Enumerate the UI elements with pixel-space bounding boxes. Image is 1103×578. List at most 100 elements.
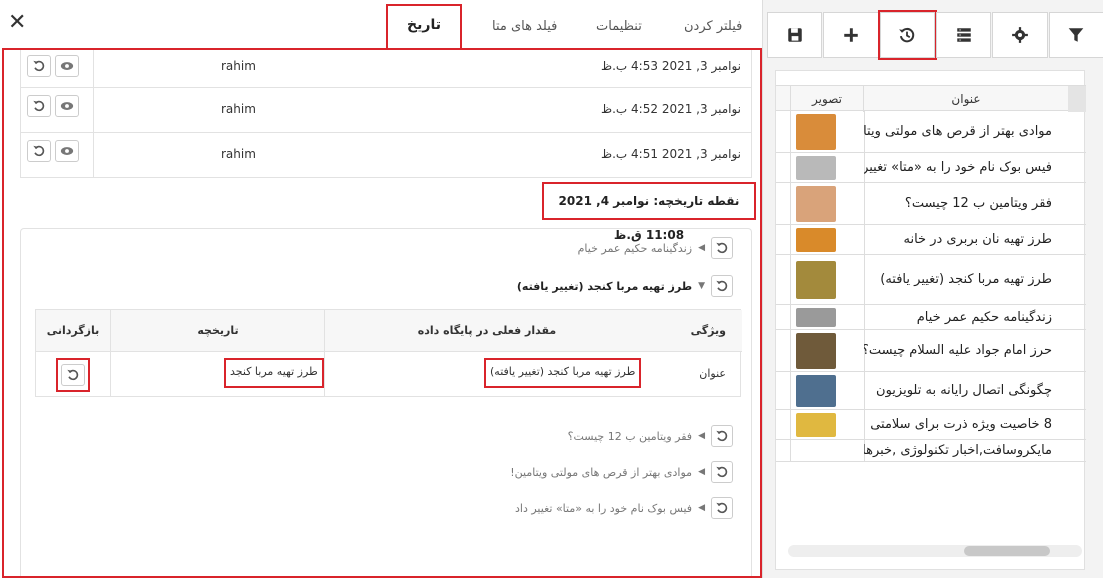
tab-settings[interactable]: تنظیمات [582, 8, 656, 46]
revert-button[interactable] [27, 140, 51, 162]
row-title: فیس بوک نام خود را به «متا» تغییر داد [864, 160, 1052, 175]
thumbnail-image [796, 114, 836, 150]
tree-item-expanded[interactable]: ▼ طرز تهیه مربا کنجد (تغییر یافته) [517, 275, 733, 297]
revert-button[interactable] [711, 461, 733, 483]
revert-button[interactable] [711, 275, 733, 297]
cell-history: طرز تهیه مربا کنجد [224, 358, 324, 388]
thumbnail-image [796, 413, 836, 437]
eye-icon [60, 62, 74, 70]
header-history: تاریخچه [112, 310, 324, 352]
history-date: نوامبر 3, 2021 4:52 ب.ظ [601, 102, 741, 116]
caret-down-icon[interactable]: ▼ [698, 281, 705, 291]
tree-item-label: طرز تهیه مربا کنجد (تغییر یافته) [516, 279, 693, 293]
header-image[interactable]: تصویر [790, 86, 864, 112]
tab-meta-fields[interactable]: فیلد های متا [478, 8, 571, 46]
checkpoint-label: نقطه تاریخچه: نوامبر 4, 2021 11:08 ق.ظ [542, 182, 756, 242]
history-row: rahim نوامبر 3, 2021 4:51 ب.ظ [20, 133, 752, 178]
tree-item[interactable]: ◀ فیس بوک نام خود را به «متا» تغییر داد [515, 497, 733, 519]
posts-grid: تصویر عنوان موادی بهتر از قرص های مولتی … [775, 70, 1086, 570]
columns-button[interactable] [935, 12, 992, 58]
add-button[interactable] [823, 12, 879, 58]
thumbnail-image [796, 333, 836, 369]
revert-field-button[interactable] [61, 364, 85, 386]
thumbnail-image [796, 308, 836, 327]
undo-icon [33, 60, 45, 72]
undo-icon [33, 100, 45, 112]
header-revert: بازگردانی [36, 310, 110, 352]
view-button[interactable] [55, 140, 79, 162]
columns-icon [956, 28, 971, 42]
undo-icon [716, 430, 728, 442]
history-date: نوامبر 3, 2021 4:53 ب.ظ [601, 59, 741, 73]
grid-header: تصویر عنوان [776, 85, 1086, 112]
view-button[interactable] [55, 55, 79, 77]
table-row[interactable]: 8 خاصیت ویژه ذرت برای سلامتی [776, 410, 1086, 440]
history-icon [899, 27, 915, 43]
table-row[interactable]: زندگینامه حکیم عمر خیام [776, 305, 1086, 330]
plus-icon [844, 28, 858, 42]
history-button[interactable] [877, 10, 937, 60]
scrollbar-thumb[interactable] [964, 546, 1050, 556]
tree-item[interactable]: ◀ فقر ویتامین ب 12 چیست؟ [568, 425, 733, 447]
thumbnail-image [796, 156, 836, 180]
table-row[interactable]: طرز تهیه مربا کنجد (تغییر یافته) [776, 255, 1086, 305]
cell-property: عنوان [699, 367, 726, 380]
row-title: چگونگی اتصال رایانه به تلویزیون [876, 383, 1052, 398]
undo-icon [33, 145, 45, 157]
table-row[interactable]: چگونگی اتصال رایانه به تلویزیون [776, 372, 1086, 410]
save-icon [787, 28, 802, 42]
row-title: زندگینامه حکیم عمر خیام [916, 310, 1052, 325]
view-button[interactable] [55, 95, 79, 117]
toolbar [763, 8, 1103, 60]
row-title: حرز امام جواد علیه السلام چیست؟ [864, 343, 1052, 358]
revert-button[interactable] [27, 55, 51, 77]
undo-icon [716, 502, 728, 514]
table-row[interactable]: حرز امام جواد علیه السلام چیست؟ [776, 330, 1086, 372]
tab-bar: فیلد های متا تنظیمات فیلتر کردن [470, 8, 760, 44]
tree-item-label: موادی بهتر از قرص های مولتی ویتامین! [510, 465, 693, 479]
history-dialog: ✕ فیلد های متا تنظیمات فیلتر کردن تاریخ … [0, 0, 762, 578]
history-user: rahim [221, 59, 256, 73]
thumbnail-image [796, 261, 836, 299]
caret-left-icon[interactable]: ◀ [698, 467, 705, 477]
caret-left-icon[interactable]: ◀ [698, 243, 705, 253]
table-row[interactable]: فقر ویتامین ب 12 چیست؟ [776, 183, 1086, 225]
undo-icon [716, 466, 728, 478]
history-row: rahim نوامبر 3, 2021 4:53 ب.ظ [20, 50, 752, 88]
tree-item-label: فقر ویتامین ب 12 چیست؟ [567, 429, 693, 443]
property-table: ویژگی مقدار فعلی در پایگاه داده تاریخچه … [35, 309, 742, 397]
history-user: rahim [221, 147, 256, 161]
history-date: نوامبر 3, 2021 4:51 ب.ظ [601, 147, 741, 161]
table-row[interactable]: موادی بهتر از قرص های مولتی ویتامین! [776, 111, 1086, 153]
revert-button[interactable] [711, 425, 733, 447]
header-property: ویژگی [656, 310, 736, 352]
table-row[interactable]: فیس بوک نام خود را به «متا» تغییر داد [776, 153, 1086, 183]
settings-button[interactable] [992, 12, 1048, 58]
horizontal-scrollbar[interactable] [788, 545, 1082, 557]
thumbnail-image [796, 228, 836, 252]
revert-button[interactable] [27, 95, 51, 117]
history-detail: ◀ زندگینامه حکیم عمر خیام ▼ طرز تهیه مرب… [20, 228, 752, 576]
tab-filter[interactable]: فیلتر کردن [670, 8, 756, 46]
tree-item-label: فیس بوک نام خود را به «متا» تغییر داد [515, 501, 693, 515]
header-title[interactable]: عنوان [864, 86, 1068, 112]
revert-button[interactable] [711, 237, 733, 259]
undo-icon [67, 369, 79, 381]
row-title: طرز تهیه مربا کنجد (تغییر یافته) [880, 272, 1052, 287]
undo-icon [716, 280, 728, 292]
table-row[interactable]: مایکروسافت,اخبار تکنولوژی ,خبرهای [776, 440, 1086, 462]
table-row[interactable]: طرز تهیه نان بربری در خانه [776, 225, 1086, 255]
close-icon[interactable]: ✕ [8, 10, 26, 35]
tree-item[interactable]: ◀ موادی بهتر از قرص های مولتی ویتامین! [510, 461, 733, 483]
side-panel: تصویر عنوان موادی بهتر از قرص های مولتی … [762, 0, 1103, 578]
eye-icon [60, 102, 74, 110]
history-row: rahim نوامبر 3, 2021 4:52 ب.ظ [20, 88, 752, 133]
caret-left-icon[interactable]: ◀ [698, 503, 705, 513]
undo-icon [716, 242, 728, 254]
save-button[interactable] [767, 12, 823, 58]
tab-history[interactable]: تاریخ [386, 4, 462, 50]
caret-left-icon[interactable]: ◀ [698, 431, 705, 441]
revert-button[interactable] [711, 497, 733, 519]
filter-button[interactable] [1048, 12, 1103, 58]
thumbnail-image [796, 186, 836, 222]
